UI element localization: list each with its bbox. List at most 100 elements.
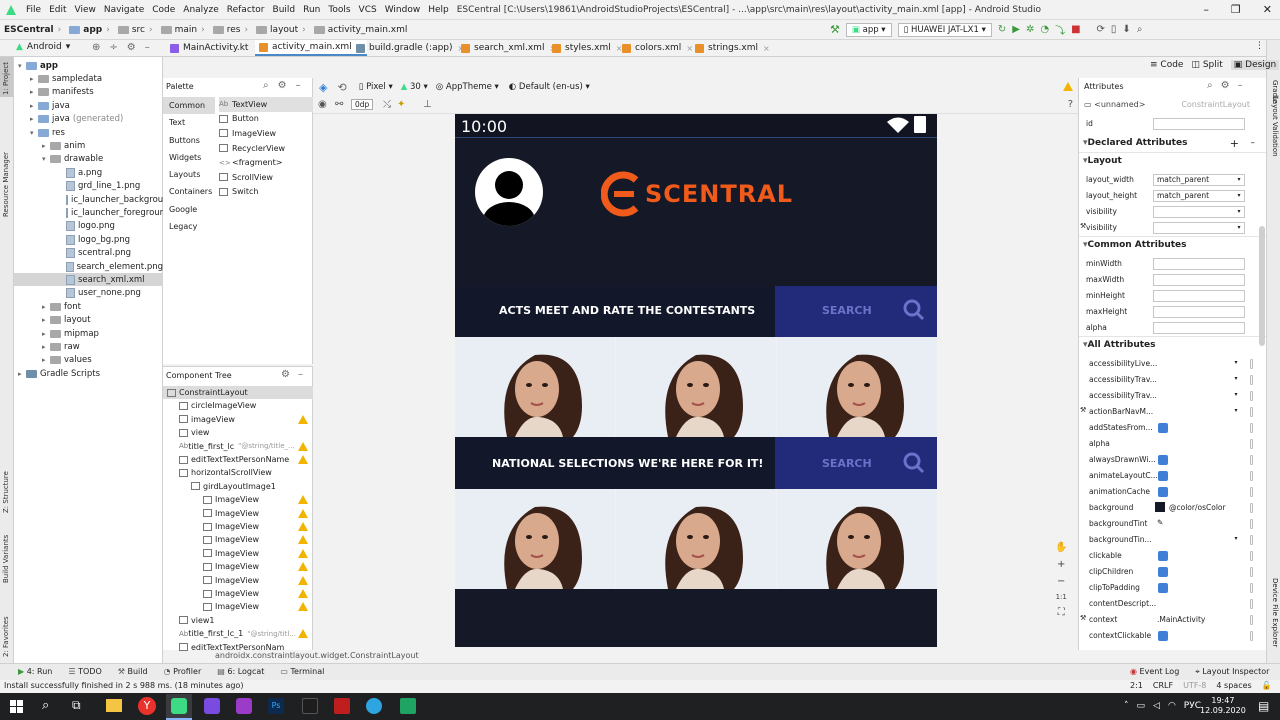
attribute-edit-handle[interactable] <box>1250 519 1253 529</box>
component-tree-item[interactable]: Ab title_first_lc "@string/title_... <box>163 440 313 453</box>
palette-category[interactable]: Layouts <box>163 166 215 183</box>
attribute-edit-handle[interactable] <box>1250 503 1253 513</box>
warning-icon[interactable] <box>298 602 308 612</box>
avd-manager-icon[interactable]: ▯ <box>1111 24 1117 35</box>
attribute-edit-handle[interactable] <box>1250 423 1253 433</box>
layout-inspector-tab[interactable]: ⌖ Layout Inspector <box>1195 667 1269 677</box>
project-tree-item[interactable]: grd_line_1.png <box>14 180 163 193</box>
notifications-icon[interactable]: ▤ <box>1258 699 1269 713</box>
telegram-taskbar-icon[interactable] <box>366 698 382 714</box>
structure-tool-tab[interactable]: Z: Structure <box>2 471 10 513</box>
device-dropdown[interactable]: ▯ HUAWEI JAT-LX1 ▾ <box>897 22 992 37</box>
palette-item[interactable]: Ab TextView <box>219 97 313 112</box>
project-tree-item[interactable]: ic_launcher_foregroun <box>14 206 165 219</box>
menu-vcs[interactable]: VCS <box>355 5 381 15</box>
lock-icon[interactable]: 🔓 <box>1262 681 1272 690</box>
project-tree-item[interactable]: a.png <box>14 166 163 179</box>
project-tree-item[interactable]: ▸ anim <box>14 139 163 152</box>
attribute-value-field[interactable] <box>1153 322 1245 334</box>
tray-volume-icon[interactable]: ◁ <box>1153 701 1160 711</box>
editor-tab[interactable]: activity_main.xml× <box>255 40 368 56</box>
breadcrumb-item[interactable]: layout › <box>252 25 310 35</box>
theme-selector[interactable]: ◎ AppTheme ▾ <box>436 82 499 92</box>
project-tree-item[interactable]: logo_bg.png <box>14 233 163 246</box>
line-separator[interactable]: CRLF <box>1153 681 1173 690</box>
expand-arrow-icon[interactable]: ▸ <box>42 303 50 311</box>
attributes-search-icon[interactable]: ⌕ <box>1207 80 1213 91</box>
checkbox-toggle[interactable] <box>1158 551 1168 561</box>
tray-wifi-icon[interactable]: ◠ <box>1168 701 1176 711</box>
file-explorer-icon[interactable] <box>106 699 122 712</box>
menu-view[interactable]: View <box>71 5 100 15</box>
stop-icon[interactable]: ■ <box>1071 24 1080 35</box>
terminal-taskbar-icon[interactable] <box>302 698 318 714</box>
palette-category[interactable]: Text <box>163 114 215 131</box>
bottom-tab[interactable]: ⚒ Build <box>118 667 148 676</box>
attributes-section-header[interactable]: ▾ Common Attributes <box>1083 238 1263 252</box>
chevron-down-icon[interactable]: ▾ <box>1231 375 1241 385</box>
palette-item[interactable]: ScrollView <box>219 170 313 185</box>
warning-icon[interactable] <box>298 535 308 545</box>
palette-item[interactable]: RecyclerView <box>219 141 313 156</box>
project-tree-item[interactable]: ▸ manifests <box>14 86 163 99</box>
keyboard-language[interactable]: РУС <box>1184 701 1201 711</box>
attribute-edit-handle[interactable] <box>1250 583 1253 593</box>
checkbox-toggle[interactable] <box>1158 567 1168 577</box>
component-tree-settings-icon[interactable]: ⚙ <box>281 369 290 380</box>
layout-warning-icon[interactable] <box>1063 82 1073 91</box>
guidelines-icon[interactable]: ⊥ <box>423 99 432 110</box>
windows-start-icon[interactable] <box>10 700 23 713</box>
component-tree-item[interactable]: circleImageView <box>163 399 313 412</box>
attribute-edit-handle[interactable] <box>1250 551 1253 561</box>
checkbox-toggle[interactable] <box>1158 487 1168 497</box>
attribute-edit-handle[interactable] <box>1250 487 1253 497</box>
bottom-tab[interactable]: ◔ Profiler <box>164 667 202 676</box>
component-tree-item[interactable]: view1 <box>163 614 313 627</box>
filezilla-taskbar-icon[interactable] <box>334 698 350 714</box>
menu-tools[interactable]: Tools <box>324 5 354 15</box>
bottom-tab[interactable]: ▭ Terminal <box>280 667 324 676</box>
palette-settings-icon[interactable]: ⚙ <box>278 80 287 91</box>
attribute-edit-handle[interactable] <box>1250 471 1253 481</box>
component-tree-item[interactable]: ImageView <box>163 507 313 520</box>
build-variants-tool-tab[interactable]: Build Variants <box>2 535 10 583</box>
tray-network-icon[interactable]: ▭ <box>1137 701 1146 711</box>
api-selector[interactable]: ▲ 30 ▾ <box>401 82 428 92</box>
palette-hide-icon[interactable]: – <box>296 80 301 91</box>
warning-icon[interactable] <box>298 522 308 531</box>
attribute-value-dropdown[interactable]: ▾ <box>1153 206 1245 218</box>
component-tree-item[interactable]: ImageView <box>163 493 313 506</box>
expand-arrow-icon[interactable]: ▸ <box>42 142 50 150</box>
indent-setting[interactable]: 4 spaces <box>1216 681 1251 690</box>
attribute-edit-handle[interactable] <box>1250 615 1253 625</box>
pan-hand-icon[interactable]: ✋ <box>1055 542 1067 553</box>
project-tree-item[interactable]: scentral.png <box>14 247 163 260</box>
view-mode-split[interactable]: ◫ Split <box>1191 60 1222 70</box>
warning-icon[interactable] <box>298 548 308 558</box>
attribute-value-field[interactable] <box>1153 258 1245 270</box>
component-tree-item[interactable]: editTextTextPersonNam <box>163 641 313 651</box>
breadcrumb-item[interactable]: res › <box>209 25 252 35</box>
checkbox-toggle[interactable] <box>1158 455 1168 465</box>
chevron-down-icon[interactable]: ▾ <box>1231 359 1241 369</box>
apply-changes-icon[interactable]: ↻ <box>998 24 1006 35</box>
editor-tab[interactable]: styles.xml × <box>548 40 626 56</box>
clear-constraints-icon[interactable]: ⤯ <box>383 99 391 110</box>
project-tree-item[interactable]: ▾ drawable <box>14 153 163 166</box>
expand-arrow-icon[interactable]: ▾ <box>18 62 26 70</box>
project-view-dropdown[interactable]: ▲ Android ▾ <box>16 42 70 52</box>
chevron-down-icon[interactable]: ▾ <box>1234 223 1244 233</box>
attribute-value-dropdown[interactable]: ▾ <box>1153 222 1245 234</box>
palette-category[interactable]: Google <box>163 201 215 218</box>
expand-arrow-icon[interactable]: ▸ <box>30 102 38 110</box>
warning-icon[interactable] <box>298 575 308 585</box>
component-tree-item[interactable]: ImageView <box>163 587 313 600</box>
expand-arrow-icon[interactable]: ▾ <box>42 155 50 163</box>
breadcrumb-item[interactable]: main › <box>157 25 209 35</box>
hide-panel-icon[interactable]: – <box>145 42 150 53</box>
chevron-down-icon[interactable]: ▾ <box>1234 175 1244 185</box>
run-icon[interactable]: ▶ <box>1012 24 1020 35</box>
menu-refactor[interactable]: Refactor <box>223 5 269 15</box>
project-tree-item[interactable]: ▾ res <box>14 126 163 139</box>
chevron-down-icon[interactable]: ▾ <box>1231 535 1241 545</box>
